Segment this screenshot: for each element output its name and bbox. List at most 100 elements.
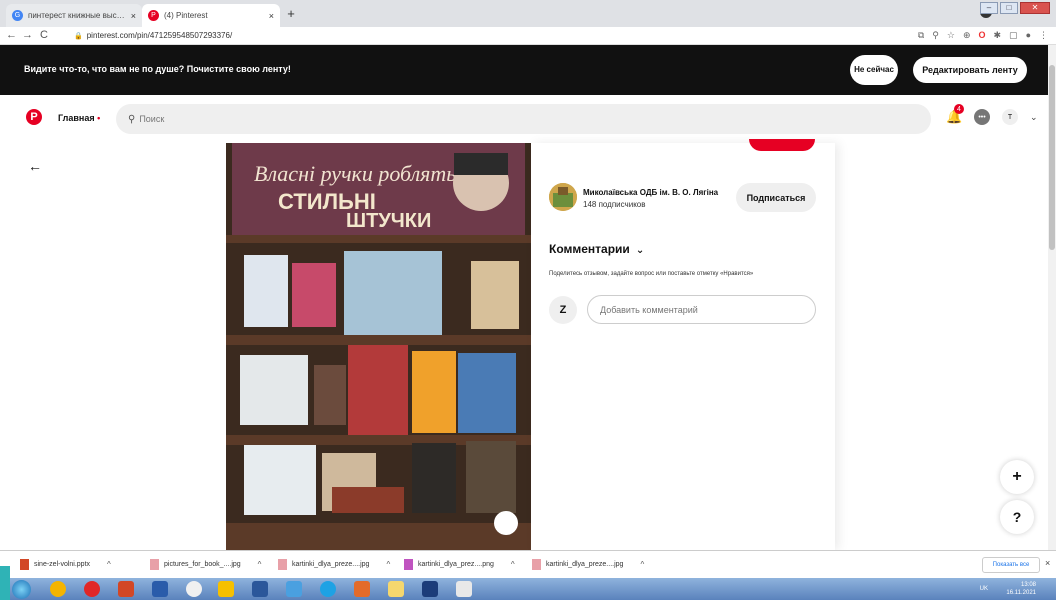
- photoshop-icon[interactable]: [422, 581, 438, 597]
- svg-text:ШТУЧКИ: ШТУЧКИ: [346, 210, 431, 232]
- help-button[interactable]: ?: [1000, 500, 1034, 534]
- forward-arrow-icon[interactable]: →: [22, 29, 33, 41]
- download-item[interactable]: sine-zel-volni.pptx ^: [20, 559, 111, 570]
- image-viewer-icon[interactable]: [456, 581, 472, 597]
- start-button-icon[interactable]: [12, 580, 31, 599]
- chevron-up-icon[interactable]: ^: [386, 560, 390, 569]
- messages-icon[interactable]: •••: [974, 109, 990, 125]
- tab-pinterest[interactable]: P (4) Pinterest ×: [142, 4, 280, 27]
- search-input[interactable]: ⚲ Поиск: [116, 104, 931, 134]
- download-item[interactable]: kartinki_dlya_prez....png ^: [404, 559, 515, 570]
- download-filename: kartinki_dlya_preze....jpg: [292, 561, 370, 568]
- chrome-icon[interactable]: [50, 581, 66, 597]
- back-arrow-icon[interactable]: ←: [6, 29, 17, 41]
- home-link[interactable]: Главная •: [58, 113, 100, 123]
- download-item[interactable]: pictures_for_book_....jpg ^: [150, 559, 261, 570]
- search-placeholder: Поиск: [139, 114, 165, 124]
- new-tab-button[interactable]: +: [283, 5, 299, 21]
- opera-icon[interactable]: [84, 581, 100, 597]
- chevron-down-icon[interactable]: ⌄: [1030, 112, 1038, 123]
- notification-badge: 4: [954, 104, 964, 114]
- chevron-down-icon: ⌄: [635, 245, 645, 256]
- edit-feed-button[interactable]: Редактировать ленту: [913, 57, 1027, 83]
- comments-title[interactable]: Комментарии ⌄: [549, 242, 644, 256]
- image-file-icon: [278, 559, 287, 570]
- minimize-button[interactable]: –: [980, 2, 998, 14]
- show-all-downloads-button[interactable]: Показать все: [982, 557, 1040, 573]
- pinterest-icon: P: [148, 10, 159, 21]
- save-icon[interactable]: [152, 581, 168, 597]
- powerpoint-icon[interactable]: [118, 581, 134, 597]
- tab-title: пинтерест книжные выставки -: [28, 11, 127, 20]
- page-scrollbar[interactable]: [1048, 45, 1056, 550]
- author-avatar-image: [549, 183, 577, 211]
- image-file-icon: [532, 559, 541, 570]
- reload-icon[interactable]: C: [40, 29, 48, 41]
- close-window-button[interactable]: ✕: [1020, 2, 1050, 14]
- url-text: pinterest.com/pin/471259548507293376/: [86, 31, 233, 40]
- pin-image[interactable]: Власні ручки роблять СТИЛЬНІ ШТУЧКИ: [226, 143, 531, 550]
- clock-date[interactable]: 16.11.2021: [1006, 589, 1036, 597]
- banner-text: Видите что-то, что вам не по душе? Почис…: [24, 64, 291, 74]
- paint-icon[interactable]: [354, 581, 370, 597]
- tab-google-search[interactable]: G пинтерест книжные выставки - ×: [6, 4, 142, 27]
- notifications-bell-icon[interactable]: 🔔 4: [946, 104, 964, 125]
- pinterest-header: P Главная • ⚲ Поиск 🔔 4 ••• T ⌄: [0, 95, 1048, 143]
- create-button[interactable]: +: [1000, 460, 1034, 494]
- reading-list-icon[interactable]: ▢: [1009, 30, 1018, 41]
- close-icon[interactable]: ×: [1045, 558, 1050, 568]
- volume-icon[interactable]: [286, 581, 302, 597]
- url-field[interactable]: 🔒 pinterest.com/pin/471259548507293376/: [74, 31, 232, 40]
- zoom-icon[interactable]: ⚲: [932, 30, 939, 41]
- not-now-button[interactable]: Не сейчас: [850, 55, 898, 85]
- pinterest-logo-icon[interactable]: P: [26, 109, 42, 125]
- internet-explorer-icon[interactable]: [320, 581, 336, 597]
- author-avatar[interactable]: [549, 183, 577, 211]
- search-icon: ⚲: [128, 113, 136, 125]
- pin-details-panel: Миколаївська ОДБ ім. В. О. Лягіна 148 по…: [531, 139, 835, 550]
- translate-icon[interactable]: ⧉: [918, 30, 924, 41]
- address-bar: ← → C 🔒 pinterest.com/pin/47125954850729…: [0, 27, 1056, 45]
- pencil-icon[interactable]: [218, 581, 234, 597]
- language-indicator[interactable]: UK: [980, 585, 988, 593]
- bookmark-star-icon[interactable]: ☆: [947, 30, 955, 41]
- media-player-icon[interactable]: [186, 581, 202, 597]
- tab-close-icon[interactable]: ×: [269, 11, 274, 21]
- download-filename: kartinki_dlya_preze....jpg: [546, 561, 624, 568]
- comment-input[interactable]: Добавить комментарий: [587, 295, 816, 324]
- download-filename: pictures_for_book_....jpg: [164, 561, 241, 568]
- image-file-icon: [150, 559, 159, 570]
- extension-icon[interactable]: ⊕: [963, 30, 971, 41]
- avatar[interactable]: T: [1002, 109, 1018, 125]
- extension-icons: ⧉ ⚲ ☆ ⊕ O ✱ ▢ ● ⋮: [918, 30, 1048, 41]
- tab-close-icon[interactable]: ×: [131, 11, 136, 21]
- windows-taskbar: 13:08 16.11.2021 UK: [0, 578, 1056, 600]
- scrollbar-thumb[interactable]: [1049, 65, 1055, 250]
- window-controls: – □ ✕: [980, 2, 1050, 14]
- pptx-file-icon: [20, 559, 29, 570]
- clock-time[interactable]: 13:08: [1006, 581, 1036, 589]
- word-icon[interactable]: [252, 581, 268, 597]
- home-dot: •: [97, 113, 101, 123]
- chevron-up-icon[interactable]: ^: [640, 560, 644, 569]
- maximize-button[interactable]: □: [1000, 2, 1018, 14]
- chevron-up-icon[interactable]: ^: [511, 560, 515, 569]
- lock-icon: 🔒: [74, 32, 83, 40]
- comment-avatar: Z: [549, 296, 577, 324]
- chevron-up-icon[interactable]: ^: [107, 560, 111, 569]
- download-item[interactable]: kartinki_dlya_preze....jpg ^: [278, 559, 390, 570]
- opera-icon[interactable]: O: [978, 30, 985, 41]
- subscribe-button[interactable]: Подписаться: [736, 183, 816, 212]
- back-arrow-icon[interactable]: ←: [28, 158, 42, 174]
- download-item[interactable]: kartinki_dlya_preze....jpg ^: [532, 559, 644, 570]
- author-subscribers: 148 подписчиков: [583, 200, 646, 209]
- chevron-up-icon[interactable]: ^: [258, 560, 262, 569]
- menu-dots-icon[interactable]: ⋮: [1039, 30, 1048, 41]
- puzzle-icon[interactable]: ✱: [994, 30, 1002, 41]
- profile-icon[interactable]: ●: [1026, 30, 1031, 41]
- folder-icon[interactable]: [388, 581, 404, 597]
- save-button[interactable]: [749, 139, 815, 151]
- author-name[interactable]: Миколаївська ОДБ ім. В. О. Лягіна: [583, 188, 718, 197]
- image-file-icon: [404, 559, 413, 570]
- comments-hint: Поделитесь отзывом, задайте вопрос или п…: [549, 271, 754, 277]
